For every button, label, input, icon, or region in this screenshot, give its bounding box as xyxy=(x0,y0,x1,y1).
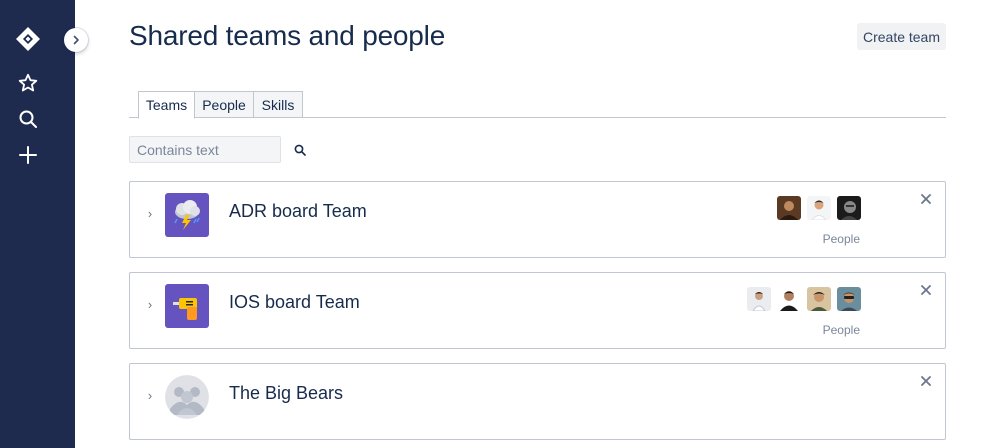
page-title: Shared teams and people xyxy=(129,20,446,51)
expand-chevron-icon[interactable]: › xyxy=(145,388,155,403)
people-label: People xyxy=(822,323,860,337)
tab-skills[interactable]: Skills xyxy=(253,91,303,118)
expand-chevron-icon[interactable]: › xyxy=(145,297,155,312)
plus-icon[interactable] xyxy=(14,141,42,169)
team-name[interactable]: IOS board Team xyxy=(229,292,360,313)
jira-logo-icon[interactable] xyxy=(14,25,42,53)
tab-people[interactable]: People xyxy=(194,91,254,118)
team-card[interactable]: › The Big Bears xyxy=(129,363,946,440)
member-avatar[interactable] xyxy=(747,287,771,311)
search-icon[interactable] xyxy=(14,105,42,133)
close-icon[interactable] xyxy=(919,192,933,206)
team-members xyxy=(747,287,861,311)
sidebar xyxy=(0,0,75,448)
close-icon[interactable] xyxy=(919,283,933,297)
star-icon[interactable] xyxy=(14,69,42,97)
team-card[interactable]: › ADR board Team People xyxy=(129,181,946,258)
member-avatar[interactable] xyxy=(807,196,831,220)
search-icon[interactable] xyxy=(292,142,308,158)
member-avatar[interactable] xyxy=(837,196,861,220)
people-label: People xyxy=(822,232,860,246)
member-avatar[interactable] xyxy=(807,287,831,311)
team-search-input[interactable] xyxy=(129,136,281,163)
member-avatar[interactable] xyxy=(777,196,801,220)
close-icon[interactable] xyxy=(919,374,933,388)
member-avatar[interactable] xyxy=(777,287,801,311)
tab-teams[interactable]: Teams xyxy=(138,91,195,119)
expand-chevron-icon[interactable]: › xyxy=(145,206,155,221)
team-avatar-default-group-icon xyxy=(165,375,209,419)
tab-bar: Teams People Skills xyxy=(129,91,946,119)
team-name[interactable]: The Big Bears xyxy=(229,383,343,404)
sidebar-expand-button[interactable] xyxy=(64,28,88,52)
team-members xyxy=(777,196,861,220)
team-card[interactable]: › IOS board Team People xyxy=(129,272,946,349)
team-avatar-storm-cloud-icon xyxy=(165,193,209,237)
team-name[interactable]: ADR board Team xyxy=(229,201,367,222)
chevron-right-icon xyxy=(73,35,79,45)
create-team-button[interactable]: Create team xyxy=(857,23,946,50)
team-avatar-drill-icon xyxy=(165,284,209,328)
member-avatar[interactable] xyxy=(837,287,861,311)
